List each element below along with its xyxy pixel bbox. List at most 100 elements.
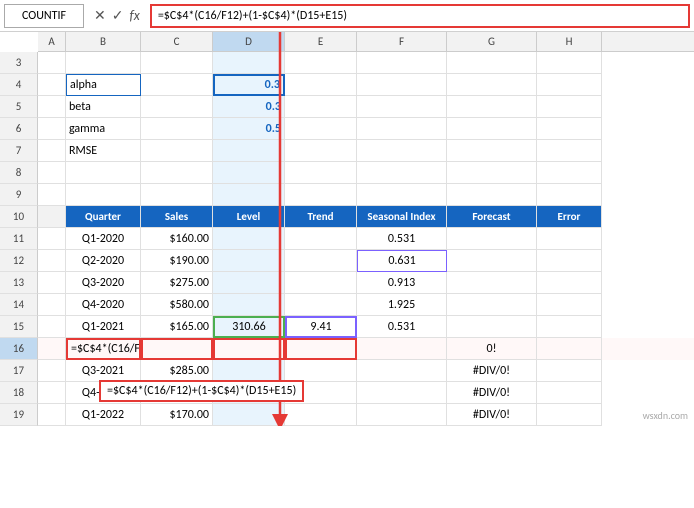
table-row: 8 [0, 162, 694, 184]
cell-14h [537, 294, 602, 316]
cell-16b-formula[interactable]: =$C$4*(C16/F12)+(1-$C$4)*(D15+E15) [66, 338, 141, 360]
cell-12d [213, 250, 285, 272]
cell-10b-quarter: Quarter [66, 206, 141, 228]
cell-11e [285, 228, 357, 250]
formula-bar[interactable]: =$C$4*(C16/F12)+(1-$C$4)*(D15+E15) [150, 4, 690, 28]
cell-11c: $160.00 [141, 228, 213, 250]
cell-16f [357, 338, 447, 360]
row-num: 14 [0, 294, 38, 316]
cell-3c [141, 52, 213, 74]
cell-7g [447, 140, 537, 162]
confirm-icon[interactable]: ✓ [112, 7, 124, 24]
cell-8d [213, 162, 285, 184]
cell-13g [447, 272, 537, 294]
row-num: 3 [0, 52, 38, 74]
col-header-a: A [38, 32, 66, 51]
cell-17d [213, 360, 285, 382]
cell-5e [285, 96, 357, 118]
cell-12f: 0.631 [357, 250, 447, 272]
cell-15c: $165.00 [141, 316, 213, 338]
table-row: 17 Q3-2021 $285.00 #DIV/0! [0, 360, 694, 382]
row-num: 13 [0, 272, 38, 294]
cell-4d[interactable]: 0.3 [213, 74, 285, 96]
row-num: 9 [0, 184, 38, 206]
table-row: 6 gamma 0.5 [0, 118, 694, 140]
cell-6b: gamma [66, 118, 141, 140]
cell-6f [357, 118, 447, 140]
cell-17h [537, 360, 602, 382]
cell-9b [66, 184, 141, 206]
row-num: 7 [0, 140, 38, 162]
cell-12a [38, 250, 66, 272]
cell-10d-level: Level [213, 206, 285, 228]
cell-19f [357, 404, 447, 426]
cell-15d[interactable]: 310.66 [213, 316, 285, 338]
cell-7c [141, 140, 213, 162]
cell-3a [38, 52, 66, 74]
name-box[interactable]: COUNTIF [4, 4, 84, 28]
cell-13h [537, 272, 602, 294]
cell-5a [38, 96, 66, 118]
cell-8b [66, 162, 141, 184]
cell-8h [537, 162, 602, 184]
cell-15g [447, 316, 537, 338]
cell-11a [38, 228, 66, 250]
cell-13d [213, 272, 285, 294]
cell-11f: 0.531 [357, 228, 447, 250]
cell-17c: $285.00 [141, 360, 213, 382]
cell-6a [38, 118, 66, 140]
cell-10g-forecast: Forecast [447, 206, 537, 228]
cell-12e [285, 250, 357, 272]
cell-4c [141, 74, 213, 96]
row-num: 8 [0, 162, 38, 184]
formula-icons: ✕ ✓ fx [88, 7, 146, 24]
cell-14e [285, 294, 357, 316]
cell-5d[interactable]: 0.3 [213, 96, 285, 118]
cell-5b: beta [66, 96, 141, 118]
cell-12b: Q2-2020 [66, 250, 141, 272]
table-row: 7 RMSE [0, 140, 694, 162]
cell-15e[interactable]: 9.41 [285, 316, 357, 338]
cell-14a [38, 294, 66, 316]
col-headers: A B C D E F G H [38, 32, 694, 52]
cell-9f [357, 184, 447, 206]
cell-11b: Q1-2020 [66, 228, 141, 250]
cell-13f: 0.913 [357, 272, 447, 294]
cell-16d[interactable] [213, 338, 285, 360]
cell-4b[interactable]: alpha [66, 74, 141, 96]
cell-7f [357, 140, 447, 162]
cell-5h [537, 96, 602, 118]
cell-12c: $190.00 [141, 250, 213, 272]
cell-6d[interactable]: 0.5 [213, 118, 285, 140]
cell-6h [537, 118, 602, 140]
cell-7e [285, 140, 357, 162]
cell-10h-error: Error [537, 206, 602, 228]
cell-14g [447, 294, 537, 316]
cell-3g [447, 52, 537, 74]
fx-icon[interactable]: fx [129, 7, 139, 24]
cell-4f [357, 74, 447, 96]
cell-16c [141, 338, 213, 360]
cell-8g [447, 162, 537, 184]
cancel-icon[interactable]: ✕ [94, 7, 106, 24]
cell-4e [285, 74, 357, 96]
cell-17e [285, 360, 357, 382]
cell-8a [38, 162, 66, 184]
table-row: 16 =$C$4*(C16/F12)+(1-$C$4)*(D15+E15) 0! [0, 338, 694, 360]
cell-14c: $580.00 [141, 294, 213, 316]
cell-14d [213, 294, 285, 316]
watermark: wsxdn.com [643, 409, 688, 422]
cell-19g-error: #DIV/0! [447, 404, 537, 426]
cell-16e [285, 338, 357, 360]
cell-4g [447, 74, 537, 96]
cell-17f [357, 360, 447, 382]
row-num: 18 [0, 382, 38, 404]
cell-12h [537, 250, 602, 272]
row-num: 17 [0, 360, 38, 382]
cell-5c [141, 96, 213, 118]
cell-18g-error: #DIV/0! [447, 382, 537, 404]
col-header-h: H [537, 32, 602, 51]
cell-6e [285, 118, 357, 140]
table-row: 11 Q1-2020 $160.00 0.531 [0, 228, 694, 250]
cell-19d [213, 404, 285, 426]
